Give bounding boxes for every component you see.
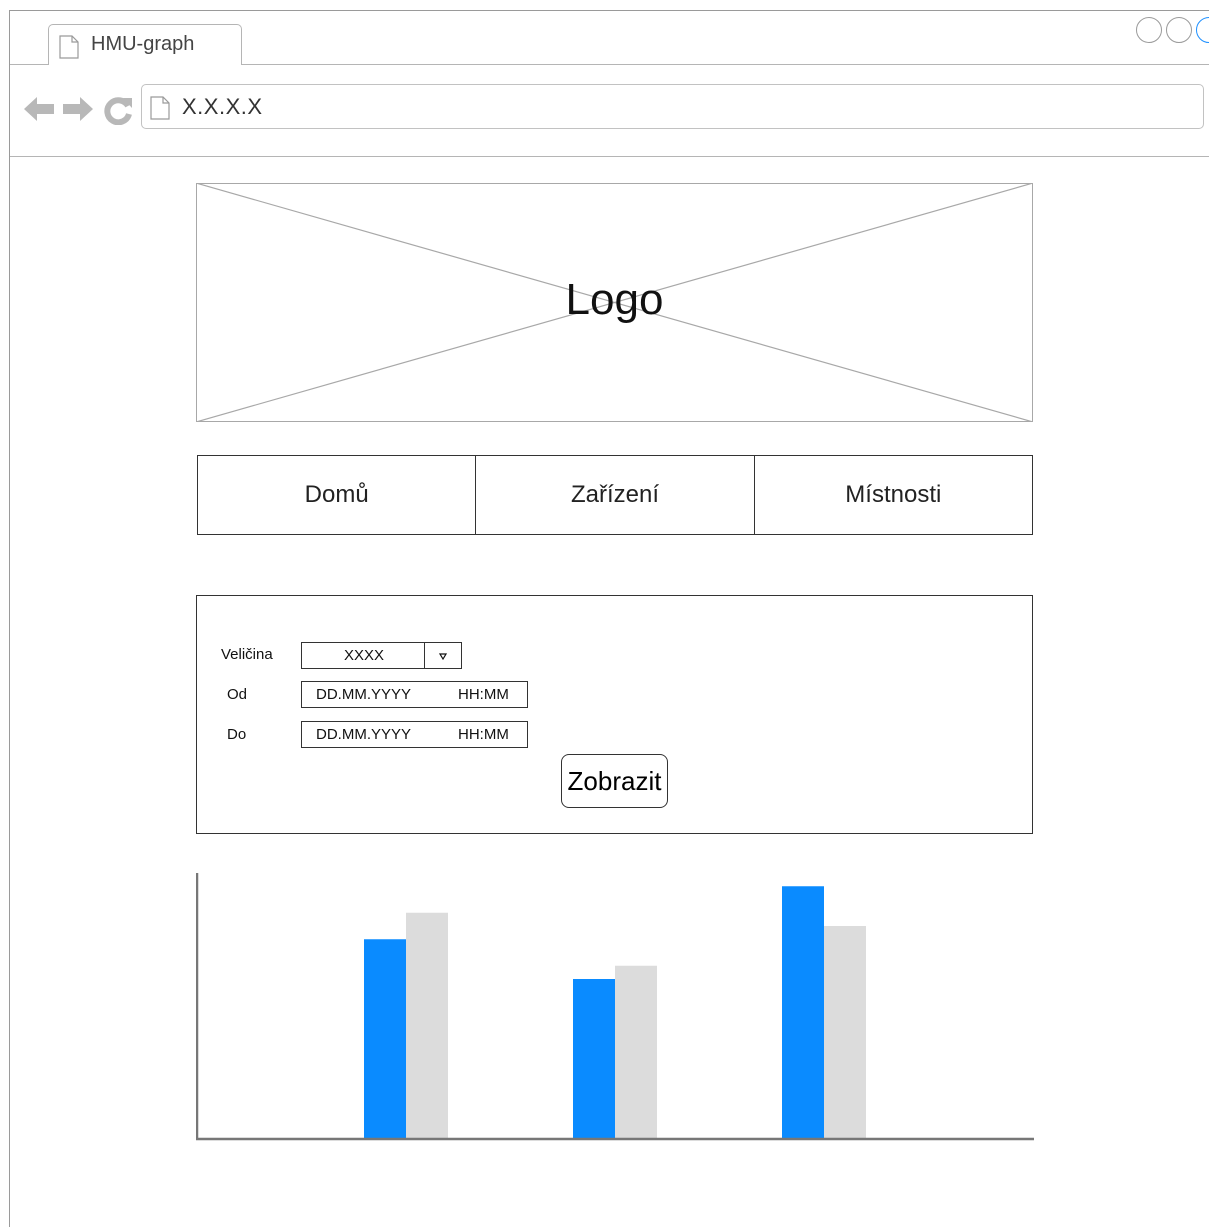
show-button[interactable]: Zobrazit [561,754,668,808]
from-datetime-field[interactable]: DD.MM.YYYY HH:MM [301,681,528,708]
to-label: Do [227,726,247,743]
url-text: X.X.X.X [182,94,263,119]
quantity-select[interactable]: XXXX [301,642,462,669]
from-time-placeholder: HH:MM [458,686,509,703]
reload-icon[interactable] [103,95,133,125]
to-datetime-field[interactable]: DD.MM.YYYY HH:MM [301,721,528,748]
bar-g2-s2 [615,965,657,1138]
bar-g3-s1 [782,886,824,1138]
bar-g1-s1 [364,939,406,1138]
from-label: Od [227,686,248,703]
logo-placeholder: Logo [196,183,1033,422]
bar-g1-s2 [406,912,448,1138]
main-menu: Domů Zařízení Místnosti [197,455,1033,535]
bar-chart [196,873,1034,1141]
filter-panel: Veličina XXXX Od DD.MM.YYYY HH:MM Do DD.… [196,595,1033,834]
window-controls [1136,17,1209,43]
address-bar[interactable]: X.X.X.X [141,84,1204,129]
quantity-value: XXXX [343,647,385,664]
maximize-icon[interactable] [1166,17,1192,43]
from-date-placeholder: DD.MM.YYYY [316,686,412,703]
tab-title: HMU-graph [91,33,195,55]
browser-tab[interactable]: HMU-graph [48,24,242,65]
menu-item-home[interactable]: Domů [198,456,477,534]
chevron-down-icon[interactable] [424,643,461,668]
menu-item-devices[interactable]: Zařízení [476,456,755,534]
minimize-icon[interactable] [1136,17,1162,43]
close-icon[interactable] [1196,17,1209,43]
forward-arrow-icon[interactable] [62,95,94,123]
page-icon [59,35,79,59]
menu-item-rooms[interactable]: Místnosti [755,456,1032,534]
bar-g3-s2 [824,926,866,1138]
back-arrow-icon[interactable] [23,95,55,123]
toolbar-divider [10,156,1209,157]
browser-window: HMU-graph X.X.X.X Logo Domů Zařízení Mís… [9,10,1209,1227]
to-time-placeholder: HH:MM [458,726,509,743]
bar-g2-s1 [573,979,615,1138]
logo-text: Logo [565,275,664,324]
quantity-label: Veličina [221,646,273,663]
to-date-placeholder: DD.MM.YYYY [316,726,412,743]
page-icon [150,96,170,120]
